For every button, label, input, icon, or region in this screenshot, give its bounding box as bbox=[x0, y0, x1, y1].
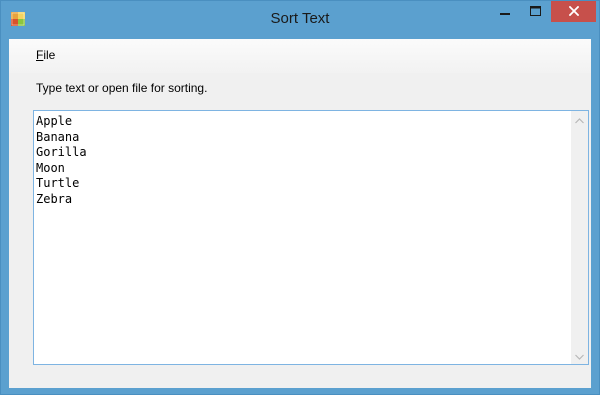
close-button[interactable] bbox=[551, 1, 596, 22]
vertical-scrollbar[interactable] bbox=[571, 111, 588, 364]
scroll-down-button[interactable] bbox=[571, 347, 588, 364]
instruction-label: Type text or open file for sorting. bbox=[36, 81, 208, 95]
menu-item-file-label: ile bbox=[43, 48, 56, 62]
sort-text-area[interactable]: Apple Banana Gorilla Moon Turtle Zebra bbox=[33, 110, 589, 365]
title-bar[interactable]: Sort Text bbox=[1, 1, 599, 39]
maximize-button[interactable] bbox=[521, 1, 549, 23]
chevron-down-icon bbox=[575, 347, 584, 365]
menu-item-file[interactable]: File bbox=[33, 47, 58, 63]
maximize-icon bbox=[529, 3, 541, 21]
minimize-button[interactable] bbox=[491, 1, 519, 23]
text-area-content[interactable]: Apple Banana Gorilla Moon Turtle Zebra bbox=[36, 114, 87, 208]
client-area: File Type text or open file for sorting.… bbox=[9, 39, 591, 388]
scroll-up-button[interactable] bbox=[571, 111, 588, 128]
sort-text-window: Sort Text File Type text or open file fo… bbox=[0, 0, 600, 395]
close-icon bbox=[568, 3, 579, 21]
minimize-icon bbox=[500, 3, 510, 21]
menu-bar: File bbox=[9, 39, 591, 73]
chevron-up-icon bbox=[575, 111, 584, 129]
